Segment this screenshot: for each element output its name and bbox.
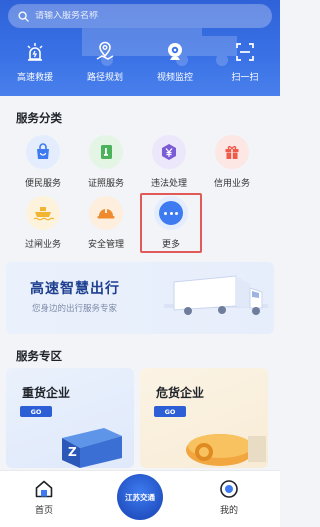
quick-label: 扫一扫 bbox=[231, 73, 259, 83]
category-label: 安全管理 bbox=[87, 240, 124, 250]
category-convenience[interactable]: 便民服务 bbox=[13, 135, 73, 189]
category-label: 违法处理 bbox=[150, 179, 187, 189]
tab-center-logo[interactable]: 江苏交通 bbox=[117, 474, 163, 520]
card-title: 重货企业 bbox=[22, 386, 71, 400]
category-label: 便民服务 bbox=[24, 179, 61, 189]
quick-item-rescue[interactable]: 高速救援 bbox=[0, 40, 70, 92]
gift-icon bbox=[215, 135, 249, 169]
search-input[interactable] bbox=[35, 11, 235, 21]
go-button[interactable]: GO bbox=[20, 406, 52, 417]
card-heavy-cargo[interactable]: 重货企业 GO Z bbox=[6, 368, 134, 468]
quick-label: 视频监控 bbox=[156, 73, 193, 83]
category-label: 证照服务 bbox=[87, 179, 124, 189]
license-icon bbox=[89, 135, 123, 169]
home-icon bbox=[35, 480, 53, 498]
tanker-illustration bbox=[186, 434, 266, 466]
header: 高速救援 路径规划 视频监控 bbox=[0, 0, 280, 96]
section-title-zone: 服务专区 bbox=[16, 349, 62, 363]
truck-illustration bbox=[164, 275, 268, 315]
quick-label: 高速救援 bbox=[16, 73, 53, 83]
quick-item-route[interactable]: 路径规划 bbox=[70, 40, 140, 92]
ship-icon bbox=[26, 196, 60, 230]
card-title: 危货企业 bbox=[156, 386, 205, 400]
banner-title: 高速智慧出行 bbox=[30, 281, 120, 297]
category-violation[interactable]: 违法处理 bbox=[139, 135, 199, 189]
card-hazardous-cargo[interactable]: 危货企业 GO bbox=[140, 368, 268, 468]
category-credit[interactable]: 信用业务 bbox=[202, 135, 262, 189]
quick-item-scan[interactable]: 扫一扫 bbox=[210, 40, 280, 92]
tab-label: 我的 bbox=[219, 506, 238, 516]
quick-label: 路径规划 bbox=[86, 73, 123, 83]
center-logo-text: 江苏交通 bbox=[125, 492, 155, 502]
tab-mine[interactable]: 我的 bbox=[199, 479, 259, 516]
category-label: 更多 bbox=[161, 240, 180, 250]
truck-illustration: Z bbox=[62, 428, 122, 468]
bag-icon bbox=[26, 135, 60, 169]
quick-actions: 高速救援 路径规划 视频监控 扫一扫 bbox=[0, 40, 280, 92]
tab-home[interactable]: 首页 bbox=[14, 479, 74, 516]
user-icon bbox=[220, 480, 238, 498]
camera-icon bbox=[163, 40, 187, 64]
yuan-icon bbox=[152, 135, 186, 169]
tab-label: 首页 bbox=[34, 506, 53, 516]
more-icon bbox=[154, 196, 188, 230]
promo-banner[interactable]: 高速智慧出行 您身边的出行服务专家 bbox=[6, 262, 274, 334]
scan-icon bbox=[233, 40, 257, 64]
category-lock-passage[interactable]: 过闸业务 bbox=[13, 196, 73, 250]
category-license[interactable]: 证照服务 bbox=[76, 135, 136, 189]
go-button[interactable]: GO bbox=[154, 406, 186, 417]
search-bar[interactable] bbox=[8, 4, 272, 28]
search-icon bbox=[18, 10, 29, 22]
category-more[interactable]: 更多 bbox=[141, 196, 201, 250]
category-label: 信用业务 bbox=[213, 179, 250, 189]
category-safety[interactable]: 安全管理 bbox=[76, 196, 136, 250]
category-label: 过闸业务 bbox=[24, 240, 61, 250]
banner-subtitle: 您身边的出行服务专家 bbox=[32, 304, 118, 314]
route-icon bbox=[93, 40, 117, 64]
section-title-categories: 服务分类 bbox=[16, 111, 62, 125]
helmet-icon bbox=[89, 196, 123, 230]
svg-text:Z: Z bbox=[68, 445, 77, 459]
quick-item-camera[interactable]: 视频监控 bbox=[140, 40, 210, 92]
rescue-icon bbox=[23, 40, 47, 64]
